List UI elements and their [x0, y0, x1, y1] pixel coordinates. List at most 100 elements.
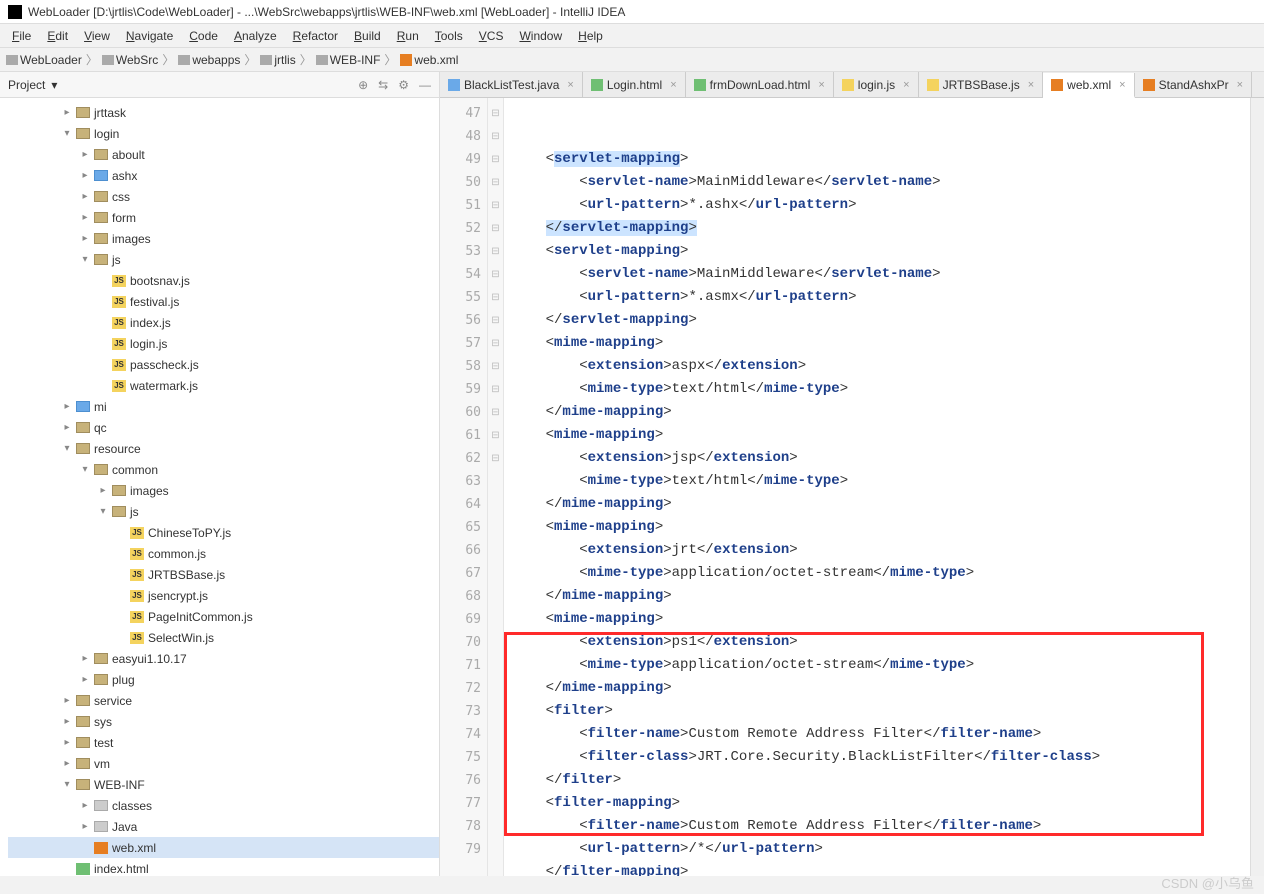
tree-item[interactable]: JSfestival.js: [8, 291, 439, 312]
breadcrumb-item[interactable]: jrtlis: [260, 53, 295, 67]
editor-tabs[interactable]: BlackListTest.java×Login.html×frmDownLoa…: [440, 72, 1264, 98]
tree-item[interactable]: ▸images: [8, 228, 439, 249]
code-line[interactable]: <mime-mapping>: [512, 424, 1250, 447]
tree-item[interactable]: JSJRTBSBase.js: [8, 564, 439, 585]
editor-tab[interactable]: Login.html×: [583, 72, 686, 97]
fold-handle[interactable]: ⊟: [488, 194, 503, 217]
fold-handle[interactable]: ⊟: [488, 240, 503, 263]
tree-item[interactable]: JSwatermark.js: [8, 375, 439, 396]
locate-icon[interactable]: ⊕: [358, 78, 368, 92]
code-line[interactable]: <extension>jrt</extension>: [512, 539, 1250, 562]
tree-item[interactable]: ▸form: [8, 207, 439, 228]
tree-twisty-icon[interactable]: ▸: [62, 422, 72, 433]
close-icon[interactable]: ×: [670, 79, 676, 91]
code-line[interactable]: </servlet-mapping>: [512, 309, 1250, 332]
fold-handle[interactable]: ⊟: [488, 309, 503, 332]
editor-tab[interactable]: StandAshxPr×: [1135, 72, 1252, 97]
fold-handle[interactable]: ⊟: [488, 125, 503, 148]
code-line[interactable]: <url-pattern>*.asmx</url-pattern>: [512, 286, 1250, 309]
fold-handle[interactable]: ⊟: [488, 102, 503, 125]
code-line[interactable]: </mime-mapping>: [512, 401, 1250, 424]
tree-twisty-icon[interactable]: ▾: [98, 506, 108, 517]
close-icon[interactable]: ×: [903, 79, 909, 91]
project-header[interactable]: Project ▾ ⊕ ⇆ ⚙ —: [0, 72, 439, 98]
close-icon[interactable]: ×: [1028, 79, 1034, 91]
tree-item[interactable]: ▸jrttask: [8, 102, 439, 123]
gear-icon[interactable]: ⚙: [398, 78, 409, 92]
close-icon[interactable]: ×: [818, 79, 824, 91]
tree-twisty-icon[interactable]: ▸: [62, 716, 72, 727]
menu-code[interactable]: Code: [181, 27, 226, 45]
fold-handle[interactable]: ⊟: [488, 424, 503, 447]
tree-item[interactable]: ▸qc: [8, 417, 439, 438]
dropdown-icon[interactable]: ▾: [51, 78, 57, 92]
tree-twisty-icon[interactable]: ▾: [62, 128, 72, 139]
tree-twisty-icon[interactable]: ▾: [62, 443, 72, 454]
tree-item[interactable]: JSindex.js: [8, 312, 439, 333]
tree-item[interactable]: ▾login: [8, 123, 439, 144]
fold-column[interactable]: ⊟⊟⊟⊟⊟⊟⊟⊟⊟⊟⊟⊟⊟⊟⊟⊟: [488, 98, 504, 876]
tree-twisty-icon[interactable]: ▸: [62, 401, 72, 412]
breadcrumb[interactable]: WebLoader〉WebSrc〉webapps〉jrtlis〉WEB-INF〉…: [0, 48, 1264, 72]
breadcrumb-item[interactable]: WEB-INF: [316, 53, 381, 67]
tree-item[interactable]: ▸classes: [8, 795, 439, 816]
code-line[interactable]: <servlet-name>MainMiddleware</servlet-na…: [512, 171, 1250, 194]
menu-refactor[interactable]: Refactor: [285, 27, 346, 45]
tree-item[interactable]: ▸aboult: [8, 144, 439, 165]
tree-item[interactable]: JSlogin.js: [8, 333, 439, 354]
code-line[interactable]: <url-pattern>*.ashx</url-pattern>: [512, 194, 1250, 217]
close-icon[interactable]: ×: [1119, 79, 1125, 91]
breadcrumb-item[interactable]: WebSrc: [102, 53, 158, 67]
vertical-scrollbar[interactable]: [1250, 98, 1264, 876]
tree-twisty-icon[interactable]: ▸: [62, 737, 72, 748]
code-line[interactable]: <extension>aspx</extension>: [512, 355, 1250, 378]
tree-twisty-icon[interactable]: ▸: [80, 191, 90, 202]
tree-item[interactable]: JSpasscheck.js: [8, 354, 439, 375]
tree-item[interactable]: ▸test: [8, 732, 439, 753]
tree-item[interactable]: JSPageInitCommon.js: [8, 606, 439, 627]
tree-twisty-icon[interactable]: ▸: [62, 758, 72, 769]
editor-tab[interactable]: frmDownLoad.html×: [686, 72, 834, 97]
tree-item[interactable]: ▸sys: [8, 711, 439, 732]
tree-item[interactable]: ▸css: [8, 186, 439, 207]
tree-item[interactable]: ▾resource: [8, 438, 439, 459]
hide-icon[interactable]: —: [419, 78, 431, 92]
menu-vcs[interactable]: VCS: [471, 27, 512, 45]
code-line[interactable]: <extension>jsp</extension>: [512, 447, 1250, 470]
menu-navigate[interactable]: Navigate: [118, 27, 181, 45]
tree-item[interactable]: ▸ashx: [8, 165, 439, 186]
tree-twisty-icon[interactable]: ▸: [62, 107, 72, 118]
editor-tab[interactable]: JRTBSBase.js×: [919, 72, 1044, 97]
menubar[interactable]: FileEditViewNavigateCodeAnalyzeRefactorB…: [0, 24, 1264, 48]
tree-twisty-icon[interactable]: ▸: [62, 695, 72, 706]
tree-twisty-icon[interactable]: ▸: [80, 212, 90, 223]
editor-tab[interactable]: BlackListTest.java×: [440, 72, 583, 97]
menu-analyze[interactable]: Analyze: [226, 27, 285, 45]
code-line[interactable]: <mime-type>text/html</mime-type>: [512, 470, 1250, 493]
tree-item[interactable]: ▾js: [8, 501, 439, 522]
code-line[interactable]: <servlet-name>MainMiddleware</servlet-na…: [512, 263, 1250, 286]
code-line[interactable]: <mime-mapping>: [512, 332, 1250, 355]
menu-build[interactable]: Build: [346, 27, 389, 45]
tree-item[interactable]: ▸plug: [8, 669, 439, 690]
code-line[interactable]: <mime-mapping>: [512, 516, 1250, 539]
menu-tools[interactable]: Tools: [427, 27, 471, 45]
tree-twisty-icon[interactable]: ▾: [80, 254, 90, 265]
code-line[interactable]: </servlet-mapping>: [512, 217, 1250, 240]
close-icon[interactable]: ×: [1237, 79, 1243, 91]
code-line[interactable]: <servlet-mapping>: [512, 148, 1250, 171]
tree-item[interactable]: ▸vm: [8, 753, 439, 774]
fold-handle[interactable]: ⊟: [488, 148, 503, 171]
menu-view[interactable]: View: [76, 27, 118, 45]
tree-item[interactable]: JSChineseToPY.js: [8, 522, 439, 543]
tree-twisty-icon[interactable]: ▾: [80, 464, 90, 475]
code-line[interactable]: <mime-mapping>: [512, 608, 1250, 631]
tree-twisty-icon[interactable]: ▸: [80, 233, 90, 244]
tree-twisty-icon[interactable]: ▸: [80, 653, 90, 664]
fold-handle[interactable]: ⊟: [488, 447, 503, 470]
tree-twisty-icon[interactable]: ▸: [98, 485, 108, 496]
fold-handle[interactable]: ⊟: [488, 263, 503, 286]
project-label[interactable]: Project: [8, 78, 45, 92]
tree-item[interactable]: ▾js: [8, 249, 439, 270]
tree-item[interactable]: index.html: [8, 858, 439, 876]
